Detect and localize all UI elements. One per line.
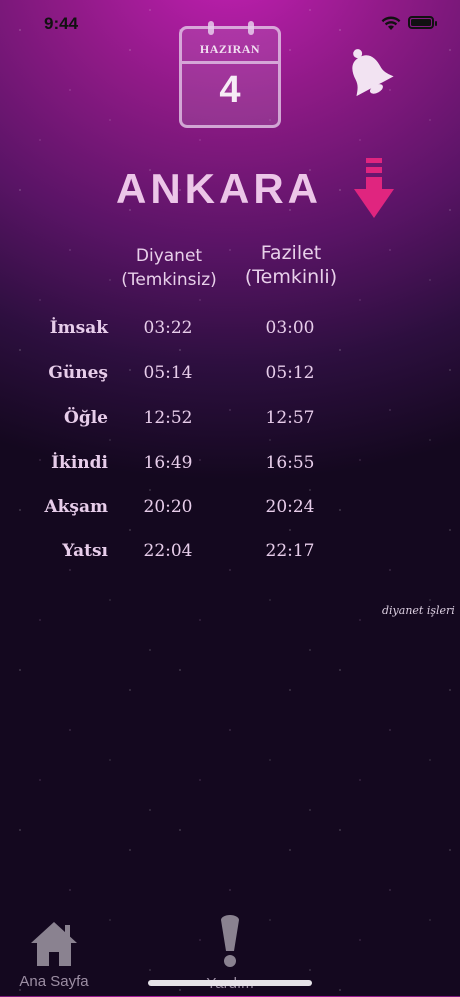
tab-home-label: Ana Sayfa <box>19 973 89 990</box>
prayer-time-fazilet: 12:57 <box>265 408 315 428</box>
prayer-time-diyanet: 05:14 <box>143 363 193 383</box>
battery-icon <box>408 16 437 29</box>
prayer-time-diyanet: 20:20 <box>143 497 193 517</box>
tab-home[interactable]: Ana Sayfa <box>10 915 98 995</box>
column-header-fazilet: Fazilet (Temkinli) <box>232 241 350 289</box>
prayer-row-yatsi: Yatsı 22:04 22:17 <box>0 541 460 571</box>
calendar-ring-right <box>248 21 254 35</box>
prayer-row-ogle: Öğle 12:52 12:57 <box>0 408 460 438</box>
prayer-name: Yatsı <box>62 541 108 561</box>
prayer-row-imsak: İmsak 03:22 03:00 <box>0 318 460 348</box>
prayer-time-fazilet: 20:24 <box>265 497 315 517</box>
home-icon <box>31 922 77 966</box>
prayer-name: Güneş <box>48 363 108 383</box>
city-name[interactable]: ANKARA <box>116 164 322 214</box>
wifi-icon <box>381 16 401 30</box>
prayer-time-diyanet: 16:49 <box>143 453 193 473</box>
calendar-month: HAZIRAN <box>182 37 278 64</box>
column-header-fazilet-subtitle: (Temkinli) <box>244 266 338 288</box>
prayer-name: İmsak <box>49 318 108 338</box>
home-indicator <box>148 980 312 986</box>
prayer-name: Öğle <box>64 408 108 428</box>
column-header-fazilet-title: Fazilet <box>260 242 322 264</box>
prayer-row-ikindi: İkindi 16:49 16:55 <box>0 453 460 483</box>
calendar-icon[interactable]: HAZIRAN 4 <box>179 21 281 128</box>
prayer-row-aksam: Akşam 20:20 20:24 <box>0 497 460 527</box>
exclamation-icon <box>221 915 239 967</box>
prayer-name: İkindi <box>51 453 108 473</box>
prayer-time-diyanet: 22:04 <box>143 541 193 561</box>
column-header-diyanet-subtitle: (Temkinsiz) <box>121 270 217 290</box>
column-header-diyanet-title: Diyanet <box>135 246 203 266</box>
battery-level <box>411 19 431 26</box>
source-note: diyanet işleri <box>382 604 455 617</box>
prayer-time-diyanet: 03:22 <box>143 318 193 338</box>
calendar-day: 4 <box>219 69 241 111</box>
prayer-time-fazilet: 05:12 <box>265 363 315 383</box>
prayer-time-fazilet: 22:17 <box>265 541 315 561</box>
prayer-name: Akşam <box>44 497 108 517</box>
prayer-time-diyanet: 12:52 <box>143 408 193 428</box>
status-time: 9:44 <box>44 14 79 33</box>
bell-icon[interactable] <box>339 44 397 102</box>
prayer-time-fazilet: 16:55 <box>265 453 315 473</box>
prayer-row-gunes: Güneş 05:14 05:12 <box>0 363 460 393</box>
calendar-ring-left <box>208 21 214 35</box>
arrow-down-icon[interactable] <box>352 156 396 222</box>
prayer-time-fazilet: 03:00 <box>265 318 315 338</box>
column-header-diyanet: Diyanet (Temkinsiz) <box>112 244 226 292</box>
